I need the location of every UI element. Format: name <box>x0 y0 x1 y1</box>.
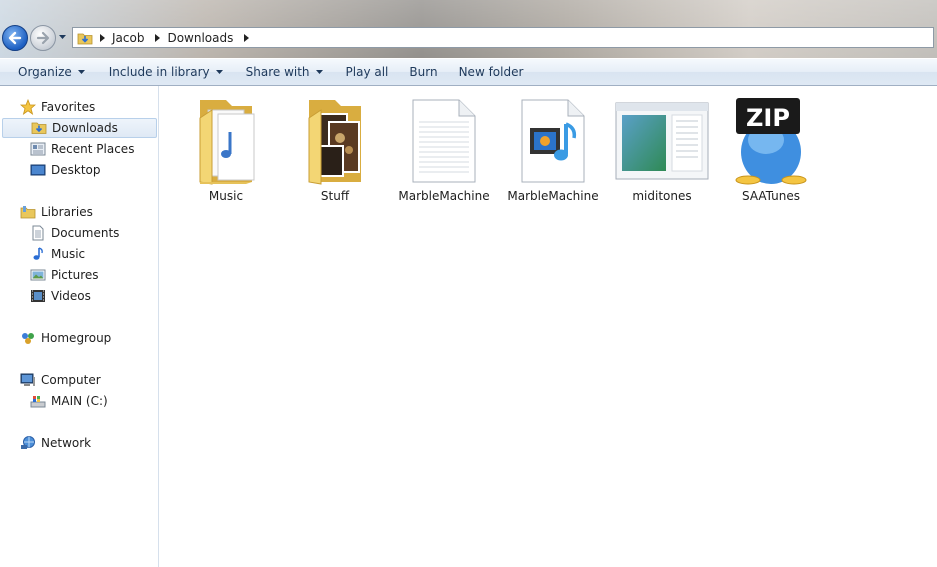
play-all-label: Play all <box>345 65 389 79</box>
downloads-folder-icon <box>31 120 47 136</box>
sidebar-item-label: Recent Places <box>51 142 135 156</box>
include-in-library-label: Include in library <box>108 65 210 79</box>
zip-label: ZIP <box>746 104 790 132</box>
recent-pages-dropdown-icon[interactable] <box>58 34 67 40</box>
sidebar-item-label: MAIN (C:) <box>51 394 108 408</box>
libraries-icon <box>20 204 36 220</box>
command-bar: Organize Include in library Share with P… <box>0 58 937 86</box>
computer-icon <box>20 372 36 388</box>
music-note-icon <box>30 246 46 262</box>
sidebar-item-label: Desktop <box>51 163 101 177</box>
breadcrumb-separator-icon[interactable] <box>150 33 164 42</box>
sidebar-item-main-drive[interactable]: MAIN (C:) <box>30 391 108 411</box>
window-titlebar: Jacob Downloads <box>0 0 937 58</box>
breadcrumb-jacob[interactable]: Jacob <box>109 31 150 45</box>
organize-label: Organize <box>18 65 72 79</box>
sidebar-item-downloads[interactable]: Downloads <box>2 118 157 138</box>
media-file-icon <box>499 96 607 186</box>
sidebar-item-label: Downloads <box>52 121 118 135</box>
sidebar-item-label: Videos <box>51 289 91 303</box>
pictures-icon <box>30 267 46 283</box>
sidebar-item-recent-places[interactable]: Recent Places <box>30 139 134 159</box>
star-icon <box>20 99 36 115</box>
chevron-down-icon <box>215 70 223 74</box>
sidebar-item-label: Libraries <box>41 205 93 219</box>
file-item[interactable]: Music <box>172 96 280 203</box>
sidebar-item-documents[interactable]: Documents <box>30 223 119 243</box>
documents-icon <box>30 225 46 241</box>
file-name: SAATunes <box>741 189 800 203</box>
recent-places-icon <box>30 141 46 157</box>
sidebar-item-network[interactable]: Network <box>20 433 91 453</box>
sidebar-item-label: Computer <box>41 373 101 387</box>
sidebar-item-label: Network <box>41 436 92 450</box>
folder-location-icon <box>77 30 95 46</box>
sidebar-item-pictures[interactable]: Pictures <box>30 265 99 285</box>
zip-archive-icon: ZIP <box>717 96 825 186</box>
sidebar-item-label: Pictures <box>51 268 99 282</box>
back-button[interactable] <box>2 25 28 51</box>
chevron-down-icon <box>77 70 85 74</box>
sidebar-item-videos[interactable]: Videos <box>30 286 91 306</box>
desktop-icon <box>30 162 46 178</box>
file-name: MarbleMachine <box>398 189 490 203</box>
new-folder-button[interactable]: New folder <box>447 58 533 86</box>
photo-folder-icon <box>281 96 389 186</box>
homegroup-icon <box>20 330 36 346</box>
breadcrumb-downloads[interactable]: Downloads <box>164 31 239 45</box>
sidebar-item-label: Documents <box>51 226 120 240</box>
film-strip-icon <box>30 288 46 304</box>
sidebar-item-libraries[interactable]: Libraries <box>20 202 93 222</box>
navigation-pane: Favorites Downloads Recent Places Deskto… <box>0 86 159 567</box>
share-with-label: Share with <box>245 65 310 79</box>
sidebar-item-favorites[interactable]: Favorites <box>20 97 95 117</box>
breadcrumb-separator-icon[interactable] <box>95 33 109 42</box>
sidebar-item-computer[interactable]: Computer <box>20 370 101 390</box>
include-in-library-button[interactable]: Include in library <box>94 58 232 86</box>
burn-button[interactable]: Burn <box>397 58 446 86</box>
file-name: miditones <box>632 189 692 203</box>
file-item[interactable]: MarbleMachine <box>499 96 607 203</box>
address-bar[interactable]: Jacob Downloads <box>72 27 934 48</box>
sidebar-item-label: Music <box>51 247 86 261</box>
hard-drive-icon <box>30 393 46 409</box>
file-item[interactable]: miditones <box>608 96 716 203</box>
file-list-area: Music Stuff MarbleMachine MarbleMachine … <box>159 86 937 567</box>
file-item[interactable]: ZIP SAATunes <box>717 96 825 203</box>
application-window-icon <box>608 96 716 186</box>
sidebar-item-label: Favorites <box>41 100 96 114</box>
sidebar-item-music[interactable]: Music <box>30 244 85 264</box>
breadcrumb-separator-icon[interactable] <box>239 33 253 42</box>
file-item[interactable]: MarbleMachine <box>390 96 498 203</box>
chevron-down-icon <box>315 70 323 74</box>
breadcrumb-label: Downloads <box>167 30 234 45</box>
forward-button[interactable] <box>30 25 56 51</box>
file-name: MarbleMachine <box>507 189 599 203</box>
new-folder-label: New folder <box>458 65 524 79</box>
sidebar-item-desktop[interactable]: Desktop <box>30 160 101 180</box>
breadcrumb-label: Jacob <box>112 30 145 45</box>
file-name: Music <box>208 189 244 203</box>
file-item[interactable]: Stuff <box>281 96 389 203</box>
network-icon <box>20 435 36 451</box>
music-folder-icon <box>172 96 280 186</box>
file-name: Stuff <box>320 189 350 203</box>
back-arrow-icon <box>8 31 22 45</box>
share-with-button[interactable]: Share with <box>232 58 332 86</box>
sidebar-item-homegroup[interactable]: Homegroup <box>20 328 111 348</box>
organize-button[interactable]: Organize <box>0 58 94 86</box>
play-all-button[interactable]: Play all <box>332 58 398 86</box>
sidebar-item-label: Homegroup <box>41 331 112 345</box>
forward-arrow-icon <box>36 31 50 45</box>
text-document-icon <box>390 96 498 186</box>
burn-label: Burn <box>409 65 438 79</box>
